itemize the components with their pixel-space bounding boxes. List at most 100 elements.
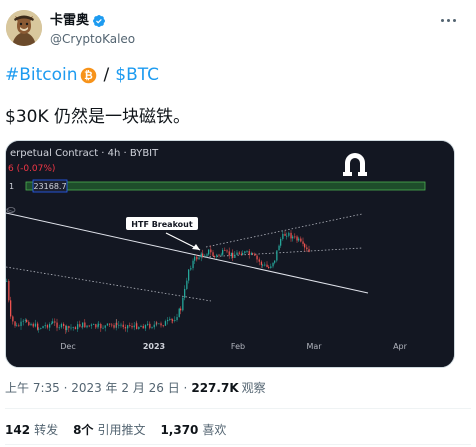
tweet-meta: 上午 7:35 · 2023 年 2 月 26 日 · 227.7K 观察 bbox=[5, 380, 266, 396]
candle-body bbox=[46, 325, 49, 328]
hashtag-link[interactable]: #Bitcoin bbox=[5, 64, 78, 86]
resistance-zone bbox=[25, 181, 426, 191]
tweet-timestamp[interactable]: 上午 7:35 · 2023 年 2 月 26 日 · bbox=[5, 380, 187, 396]
price-label: 23168.7 bbox=[33, 182, 66, 191]
candle-body bbox=[244, 251, 246, 254]
candle-body bbox=[230, 252, 233, 256]
candle-body bbox=[169, 318, 171, 321]
candle-body bbox=[129, 325, 131, 326]
candle-body bbox=[172, 320, 174, 322]
candle-body bbox=[282, 233, 284, 239]
candle-body bbox=[102, 327, 104, 329]
candle-body bbox=[176, 317, 178, 321]
candle-body bbox=[88, 325, 90, 327]
candle-body bbox=[54, 321, 56, 323]
candle-body bbox=[44, 325, 46, 327]
candle-body bbox=[260, 261, 263, 265]
candle-body bbox=[252, 253, 254, 254]
candle-body bbox=[120, 324, 122, 326]
candle-body bbox=[266, 264, 268, 267]
candle-body bbox=[63, 323, 65, 327]
candle-body bbox=[194, 256, 196, 261]
tweet-tags: #Bitcoin ₿ / $BTC bbox=[5, 64, 159, 86]
cashtag-link[interactable]: $BTC bbox=[115, 64, 159, 86]
candle-body bbox=[58, 327, 60, 329]
candle-body bbox=[306, 247, 308, 250]
candle-body bbox=[288, 232, 290, 236]
candle-body bbox=[104, 325, 106, 328]
author-display-name[interactable]: 卡雷奥 bbox=[50, 13, 89, 29]
candle-body bbox=[256, 255, 258, 260]
candle-body bbox=[286, 235, 288, 237]
candle-body bbox=[190, 268, 192, 270]
candle-body bbox=[118, 324, 120, 326]
candle-body bbox=[30, 323, 32, 326]
candle-body bbox=[158, 323, 160, 325]
candle-body bbox=[250, 253, 253, 255]
candle-body bbox=[228, 251, 230, 256]
candle-body bbox=[131, 325, 133, 328]
avatar-image bbox=[6, 10, 42, 46]
candle-body bbox=[90, 324, 93, 326]
candle-body bbox=[124, 327, 127, 329]
candle-body bbox=[204, 255, 206, 257]
candle-body bbox=[236, 252, 238, 255]
candle-body bbox=[16, 325, 18, 327]
candle-body bbox=[202, 253, 204, 257]
quotes-label: 引用推文 bbox=[97, 423, 146, 437]
more-dot bbox=[452, 18, 456, 22]
candle-body bbox=[192, 260, 194, 269]
candle-body bbox=[72, 327, 74, 328]
candle-body bbox=[68, 326, 70, 329]
candle-body bbox=[140, 325, 142, 327]
candle-body bbox=[12, 316, 14, 322]
tweet-stats: 142 转发 8个 引用推文 1,370 喜欢 bbox=[5, 422, 241, 438]
chart-background bbox=[6, 141, 454, 367]
candle-body bbox=[24, 319, 27, 321]
tweet-header: 卡雷奥 @CryptoKaleo bbox=[0, 0, 476, 56]
author-handle[interactable]: @CryptoKaleo bbox=[50, 32, 135, 46]
candle-body bbox=[160, 323, 162, 326]
candle-body bbox=[156, 322, 158, 324]
retweets-label: 转发 bbox=[34, 423, 59, 437]
candle-body bbox=[127, 325, 129, 329]
candle-body bbox=[151, 327, 153, 329]
candle-body bbox=[32, 323, 34, 327]
candle-body bbox=[242, 253, 244, 256]
candle-body bbox=[264, 264, 266, 266]
svg-text:₿: ₿ bbox=[84, 69, 93, 82]
quotes-stat[interactable]: 8个 引用推文 bbox=[73, 422, 145, 438]
candle-body bbox=[22, 320, 24, 322]
bitcoin-emoji-icon: ₿ bbox=[80, 67, 96, 83]
candle-body bbox=[20, 321, 22, 327]
avatar[interactable] bbox=[6, 10, 42, 46]
x-tick: Mar bbox=[306, 342, 322, 351]
divider bbox=[5, 408, 471, 409]
candle-body bbox=[296, 236, 298, 241]
candle-body bbox=[284, 233, 286, 236]
chart-image[interactable]: erpetual Contract · 4h · BYBIT 6 (-0.07%… bbox=[5, 140, 455, 368]
chart-change: 6 (-0.07%) bbox=[8, 164, 55, 174]
retweets-stat[interactable]: 142 转发 bbox=[5, 422, 58, 438]
candle-body bbox=[147, 323, 149, 325]
likes-stat[interactable]: 1,370 喜欢 bbox=[160, 422, 226, 438]
candle-body bbox=[214, 256, 216, 257]
row-marker: 1 bbox=[9, 182, 14, 191]
candle-body bbox=[270, 266, 272, 268]
likes-label: 喜欢 bbox=[202, 423, 227, 437]
candle-body bbox=[144, 324, 147, 329]
candle-body bbox=[188, 269, 190, 281]
more-options-icon[interactable] bbox=[436, 12, 460, 28]
candle-body bbox=[274, 260, 276, 263]
candle-body bbox=[180, 308, 182, 311]
views-count: 227.7K bbox=[191, 381, 239, 395]
x-tick: Apr bbox=[393, 342, 408, 351]
views-label: 观察 bbox=[241, 381, 266, 395]
candle-body bbox=[292, 236, 294, 239]
candle-body bbox=[216, 254, 218, 257]
candle-body bbox=[290, 232, 292, 239]
candle-body bbox=[300, 238, 302, 242]
candle-body bbox=[276, 250, 278, 261]
candle-body bbox=[246, 251, 248, 252]
more-dot bbox=[440, 18, 444, 22]
